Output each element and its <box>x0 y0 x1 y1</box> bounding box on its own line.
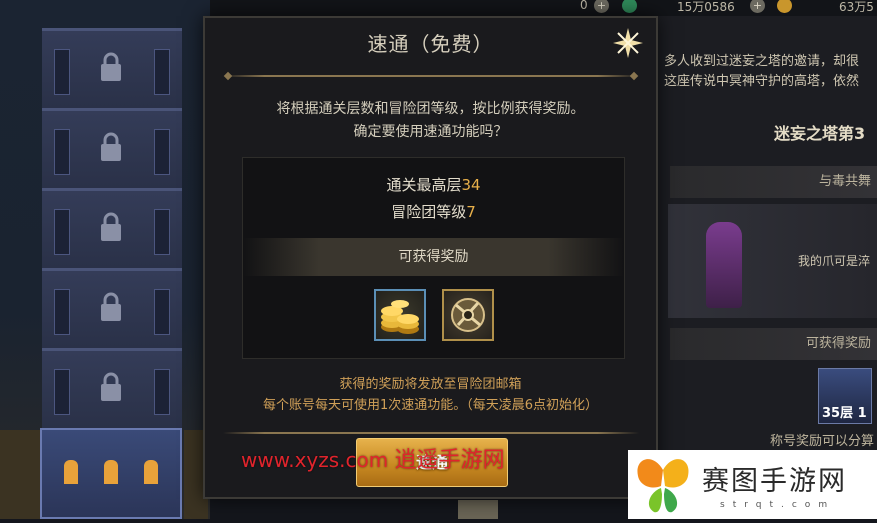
lit-window <box>64 460 78 484</box>
butterfly-logo-icon <box>637 459 689 513</box>
title-reward-label: 35层 1 <box>822 406 867 421</box>
stage-description: 我的爪可是淬 <box>798 254 871 268</box>
boss-figure <box>706 222 742 308</box>
gem-icon <box>622 0 637 13</box>
site-watermark: www.xyzs.com 逍遥手游网 <box>241 442 505 474</box>
add-currency-icon[interactable]: + <box>594 0 609 13</box>
clear-info-box: 通关最高层34 冒险团等级7 可获得奖励 <box>242 157 625 359</box>
rewards-header: 可获得奖励 <box>243 238 624 276</box>
lock-icon <box>101 372 121 401</box>
quick-clear-dialog: 速通（免费） 将根据通关层数和冒险团等级，按比例获得奖励。 确定要使用速通功能吗… <box>203 16 658 499</box>
title-reward-note: 称号奖励可以分算 <box>770 434 875 449</box>
reward-item-gold[interactable] <box>374 289 426 341</box>
tower-floor-locked[interactable] <box>42 348 182 428</box>
tower-floor-current[interactable] <box>40 428 182 519</box>
tower-floor-locked[interactable] <box>42 28 182 108</box>
right-rewards-header: 可获得奖励 <box>670 328 877 360</box>
reward-mail-note: 获得的奖励将发放至冒险团邮箱 <box>339 377 522 392</box>
max-floor-label: 通关最高层 <box>386 176 462 194</box>
gold-coin-icon <box>777 0 792 13</box>
currency-value-b: 15万0586 <box>677 0 735 14</box>
gold-coins-icon <box>381 300 419 334</box>
adventure-level-value: 7 <box>466 203 476 221</box>
lock-icon <box>101 52 121 81</box>
logo-name: 赛图手游网 <box>702 466 847 497</box>
ground-left <box>0 430 42 519</box>
logo-domain: strqt.com <box>720 500 836 510</box>
currency-value-c: 63万5 <box>839 0 874 14</box>
adventure-level-label: 冒险团等级 <box>391 203 467 221</box>
bottom-divider <box>223 432 639 434</box>
add-gold-icon[interactable]: + <box>750 0 765 13</box>
title-divider <box>223 75 639 77</box>
max-floor-value: 34 <box>461 176 481 194</box>
tower-floor-title: 迷妄之塔第3 <box>774 124 866 143</box>
lock-icon <box>101 292 121 321</box>
max-floor-line: 通关最高层34 <box>243 174 624 195</box>
emblem-token-icon <box>451 298 485 332</box>
daily-limit-note: 每个账号每天可使用1次速通功能。（每天凌晨6点初始化） <box>262 398 599 413</box>
lock-icon <box>101 132 121 161</box>
intro-text-line2: 这座传说中冥神守护的高塔，依然 <box>664 74 860 89</box>
lit-window <box>104 460 118 484</box>
lit-window <box>144 460 158 484</box>
intro-text-line1: 多人收到过迷妄之塔的邀请，却很 <box>664 54 860 69</box>
tower-floor-locked[interactable] <box>42 188 182 268</box>
dialog-title: 速通（免费） <box>367 32 494 56</box>
tower-floor-locked[interactable] <box>42 108 182 188</box>
close-icon[interactable] <box>609 24 647 62</box>
bottom-menu-icon[interactable] <box>458 500 498 519</box>
tower-floor-locked[interactable] <box>42 268 182 348</box>
lock-icon <box>101 212 121 241</box>
dialog-description-line1: 将根据通关层数和冒险团等级，按比例获得奖励。 <box>276 101 585 117</box>
currency-value-a: 0 <box>580 0 588 12</box>
watermark-url: www.xyzs.com <box>241 448 389 472</box>
currency-bar: 0 + 15万0586 + 63万5 <box>210 0 877 16</box>
watermark-site-name: 逍遥手游网 <box>394 448 505 473</box>
dialog-description-line2: 确定要使用速通功能吗？ <box>353 124 508 140</box>
reward-item-emblem[interactable] <box>442 289 494 341</box>
adventure-level-line: 冒险团等级7 <box>243 201 624 222</box>
stage-name: 与毒共舞 <box>670 166 877 198</box>
